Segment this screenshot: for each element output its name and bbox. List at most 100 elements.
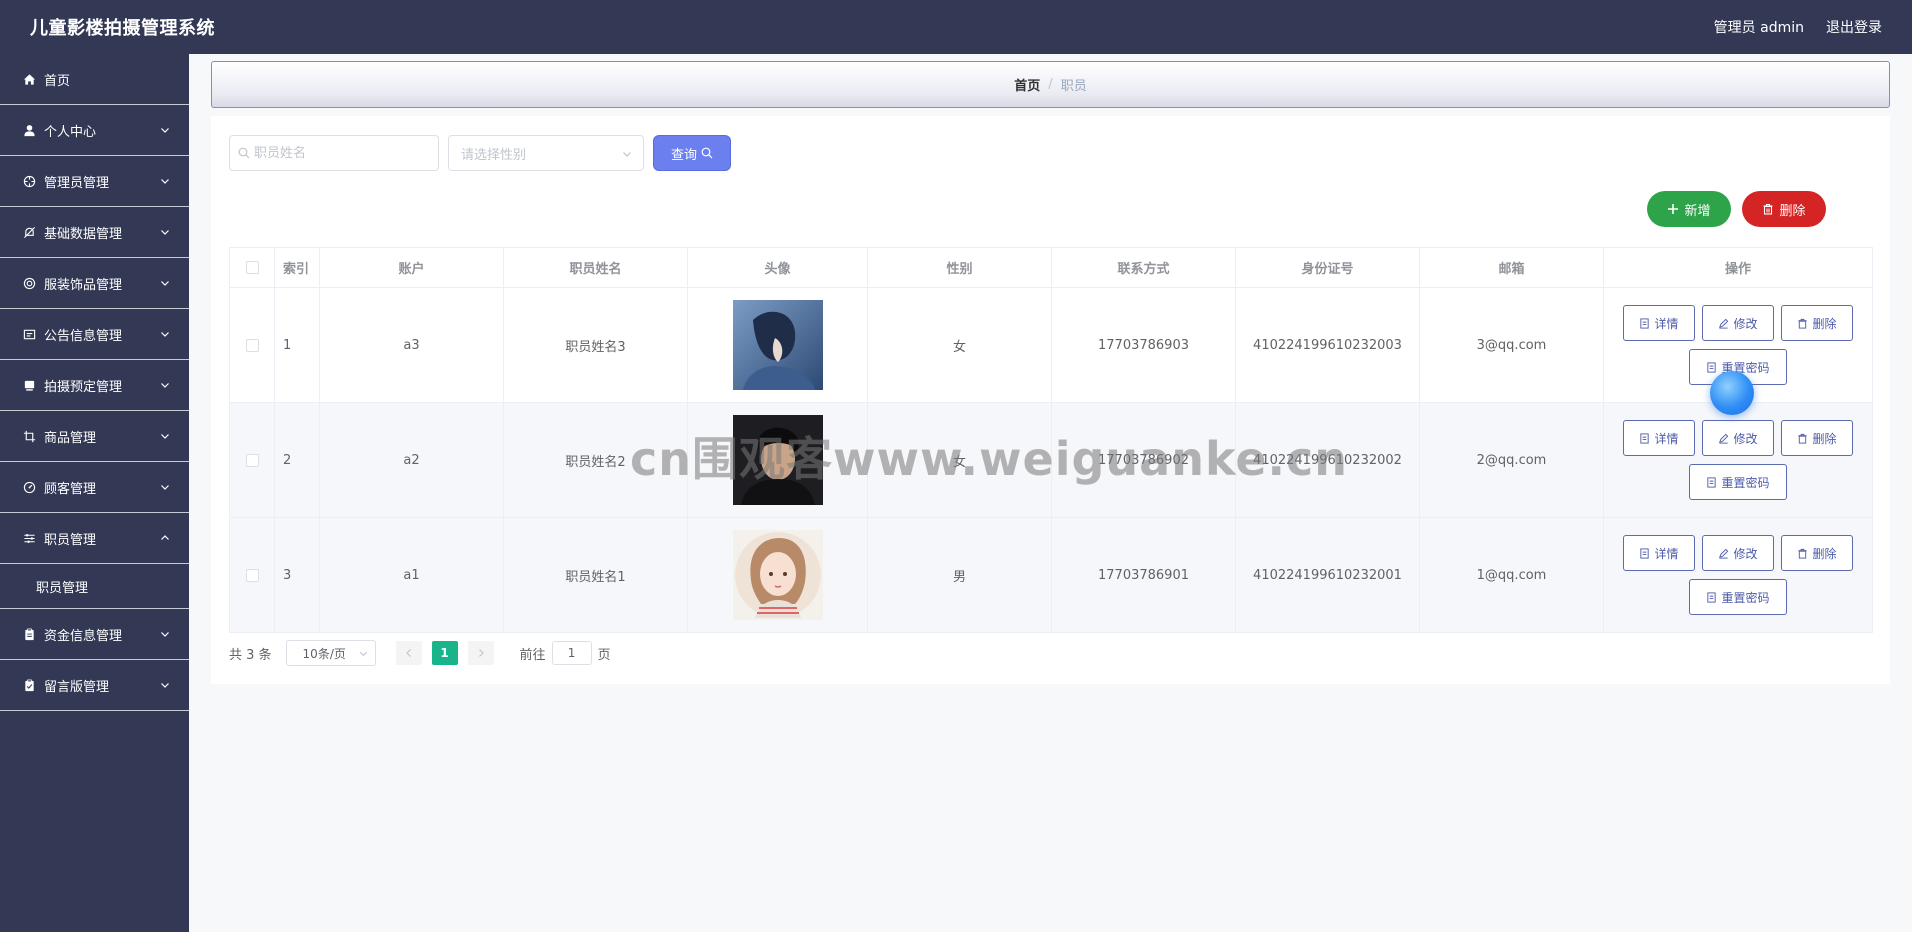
cell-email: 2@qq.com	[1419, 402, 1604, 518]
sidebar-item-label: 商品管理	[44, 430, 97, 446]
edit-icon	[1719, 433, 1729, 444]
delete-button[interactable]: 删除	[1781, 535, 1853, 571]
cell-actions: 详情 修改 删除 重置密码	[1603, 517, 1873, 633]
query-button-label: 查询	[670, 147, 697, 163]
breadcrumb-home[interactable]: 首页	[1014, 75, 1040, 94]
cell-name: 职员姓名1	[503, 517, 688, 633]
chevron-down-icon	[161, 128, 169, 133]
page-size-select[interactable]: 10条/页	[285, 640, 376, 666]
add-button-label: 新增	[1684, 203, 1711, 219]
edit-button[interactable]: 修改	[1702, 420, 1774, 456]
column-header-account: 账户	[319, 247, 504, 288]
row-checkbox[interactable]	[245, 338, 259, 352]
detail-button[interactable]: 详情	[1623, 535, 1695, 571]
sidebar-item-base-data[interactable]: 基础数据管理	[0, 207, 189, 258]
sidebar-item-label: 拍摄预定管理	[44, 379, 123, 395]
cell-gender: 女	[867, 402, 1052, 518]
edit-button[interactable]: 修改	[1702, 305, 1774, 341]
top-bar-right: 管理员 admin 退出登录	[1714, 17, 1882, 37]
sidebar-item-personal-center[interactable]: 个人中心	[0, 105, 189, 156]
delete-button-label: 删除	[1812, 546, 1837, 561]
document-icon	[1707, 361, 1717, 373]
pagination-total: 共 3 条	[229, 647, 272, 663]
sidebar-item-notice-management[interactable]: 公告信息管理	[0, 309, 189, 360]
select-all-checkbox[interactable]	[245, 261, 259, 274]
reset-password-button[interactable]: 重置密码	[1689, 579, 1787, 615]
avatar-man-photo	[732, 415, 823, 505]
sidebar-item-fund-management[interactable]: 资金信息管理	[0, 609, 189, 660]
cell-idcard: 410224199610232001	[1235, 517, 1420, 633]
column-header-email: 邮箱	[1419, 247, 1604, 288]
cell-avatar	[687, 287, 868, 403]
gender-select[interactable]: 请选择性别	[448, 135, 644, 171]
detail-button[interactable]: 详情	[1623, 305, 1695, 341]
cell-phone: 17703786903	[1051, 287, 1236, 403]
document-icon	[1640, 317, 1650, 329]
reset-password-button-label: 重置密码	[1721, 590, 1770, 605]
detail-button-label: 详情	[1654, 546, 1679, 561]
sidebar-subitem-staff-management[interactable]: 职员管理	[0, 564, 189, 609]
goto-prefix: 前往	[519, 647, 546, 663]
target-icon	[22, 276, 36, 290]
column-header-index: 索引	[274, 247, 320, 288]
page-number-current[interactable]: 1	[431, 641, 458, 665]
sidebar-item-admin-management[interactable]: 管理员管理	[0, 156, 189, 207]
cell-email: 1@qq.com	[1419, 517, 1604, 633]
table-row: 1 a3 职员姓名3 女 17703786903 410224199610232…	[229, 287, 1873, 403]
cell-account: a2	[319, 402, 504, 518]
sidebar-item-costume-management[interactable]: 服装饰品管理	[0, 258, 189, 309]
cell-idcard: 410224199610232003	[1235, 287, 1420, 403]
home-icon	[22, 72, 36, 86]
row-checkbox[interactable]	[245, 453, 259, 467]
logout-link[interactable]: 退出登录	[1826, 17, 1882, 37]
prev-page-button[interactable]	[395, 641, 422, 665]
gender-select-placeholder: 请选择性别	[461, 147, 527, 163]
cell-actions: 详情 修改 删除 重置密码	[1603, 402, 1873, 518]
staff-name-input[interactable]	[254, 145, 424, 161]
user-icon	[22, 123, 36, 137]
cell-gender: 男	[867, 517, 1052, 633]
goto-page-input[interactable]	[551, 641, 592, 665]
staff-name-search[interactable]	[229, 135, 439, 171]
trash-icon	[1798, 318, 1808, 329]
row-select-cell	[229, 517, 275, 633]
column-header-phone: 联系方式	[1051, 247, 1236, 288]
delete-button[interactable]: 删除	[1781, 420, 1853, 456]
edit-icon	[1719, 548, 1729, 559]
query-button[interactable]: 查询	[653, 135, 731, 171]
page-size-value: 10条/页	[302, 646, 346, 661]
plus-icon	[1668, 204, 1679, 214]
top-bar: 儿童影楼拍摄管理系统 管理员 admin 退出登录	[0, 0, 1912, 54]
delete-button-label: 删除	[1812, 316, 1837, 331]
row-checkbox[interactable]	[245, 568, 259, 582]
sidebar-item-product-management[interactable]: 商品管理	[0, 411, 189, 462]
floating-assist-ball[interactable]	[1710, 371, 1754, 415]
chevron-right-icon	[478, 649, 484, 657]
detail-button-label: 详情	[1654, 316, 1679, 331]
sidebar: 首页 个人中心 管理员管理 基础数据管理 服装饰品管理 公告信息管理 拍摄预定管…	[0, 54, 189, 932]
cell-avatar	[687, 402, 868, 518]
edit-button[interactable]: 修改	[1702, 535, 1774, 571]
chevron-down-icon	[161, 230, 169, 235]
cell-phone: 17703786901	[1051, 517, 1236, 633]
next-page-button[interactable]	[467, 641, 494, 665]
chevron-up-icon	[161, 535, 169, 540]
add-button[interactable]: 新增	[1647, 191, 1731, 227]
avatar-girl-anime	[732, 530, 823, 620]
batch-delete-button[interactable]: 删除	[1742, 191, 1826, 227]
chevron-down-icon	[359, 651, 367, 657]
sidebar-item-home[interactable]: 首页	[0, 54, 189, 105]
row-select-cell	[229, 402, 275, 518]
sidebar-item-label: 首页	[44, 73, 71, 89]
sidebar-item-customer-management[interactable]: 顾客管理	[0, 462, 189, 513]
chevron-down-icon	[161, 383, 169, 388]
detail-button[interactable]: 详情	[1623, 420, 1695, 456]
table-row: 3 a1 职员姓名1 男 17703786901 410224199610232…	[229, 517, 1873, 633]
sidebar-item-message-board[interactable]: 留言版管理	[0, 660, 189, 711]
main-content: 请选择性别 查询 新增 删除 索引 账户 职员姓名 头像 性别 联系方式 身份证…	[211, 116, 1890, 684]
sidebar-item-shoot-booking[interactable]: 拍摄预定管理	[0, 360, 189, 411]
delete-button[interactable]: 删除	[1781, 305, 1853, 341]
sidebar-item-staff-management[interactable]: 职员管理	[0, 513, 189, 564]
column-header-idcard: 身份证号	[1235, 247, 1420, 288]
reset-password-button[interactable]: 重置密码	[1689, 464, 1787, 500]
